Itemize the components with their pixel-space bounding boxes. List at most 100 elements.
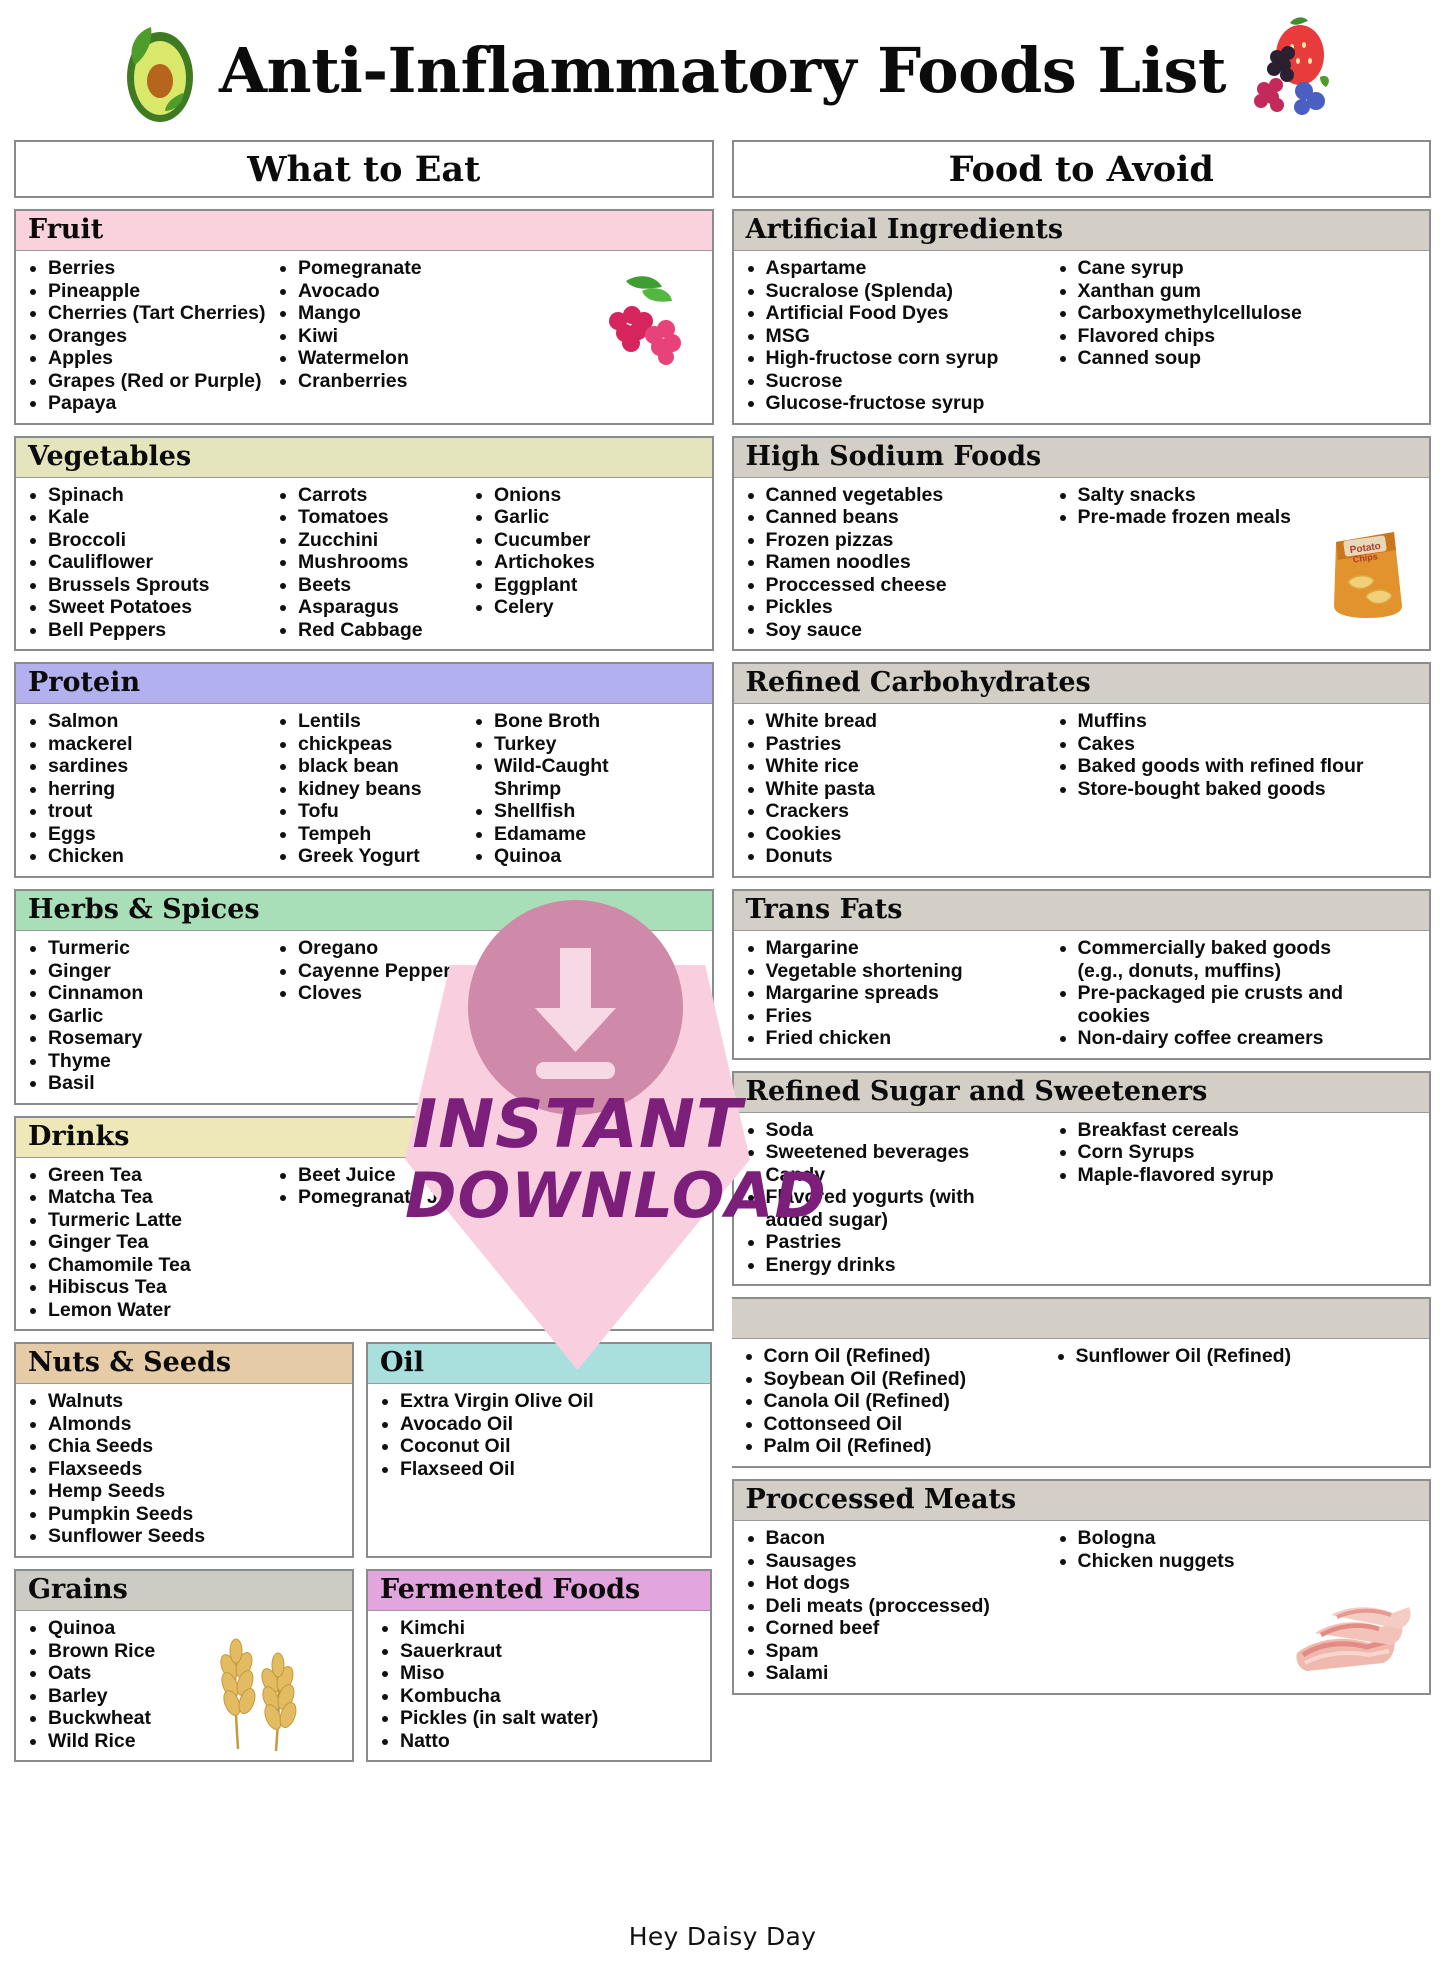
list-item: Apples: [30, 347, 266, 370]
list-item: Donuts: [747, 845, 1024, 868]
list-herbs-col1: Turmeric Ginger Cinnamon Garlic Rosemary…: [20, 937, 270, 1095]
list-item: Lentils: [280, 710, 462, 733]
list-item: Crackers: [747, 800, 1024, 823]
list-carbs-col1: White bread Pastries White rice White pa…: [738, 710, 1028, 868]
section-oil: Oil Extra Virgin Olive Oil Avocado Oil C…: [366, 1342, 712, 1558]
list-item: sardines: [30, 755, 266, 778]
list-item: Baked goods with refined flour: [1059, 755, 1376, 778]
section-title-drinks: Drinks: [16, 1117, 712, 1158]
list-item: Sweetened beverages: [747, 1141, 1024, 1164]
list-item: Quinoa: [476, 845, 662, 868]
list-item: Natto: [381, 1730, 598, 1753]
list-drinks-col1: Green Tea Matcha Tea Turmeric Latte Ging…: [20, 1164, 270, 1322]
list-item: chickpeas: [280, 733, 462, 756]
list-item: Maple-flavored syrup: [1059, 1164, 1346, 1187]
list-item: Kimchi: [381, 1617, 598, 1640]
list-item: Asparagus: [280, 596, 462, 619]
list-item: Rosemary: [30, 1027, 266, 1050]
list-item: Kombucha: [381, 1685, 598, 1708]
section-title-high-sodium-foods: High Sodium Foods: [733, 437, 1429, 478]
list-item: Canned soup: [1059, 347, 1346, 370]
section-title-trans-fats: Trans Fats: [733, 890, 1429, 932]
list-item: Red Cabbage: [280, 619, 462, 642]
section-grains: Grains Quinoa Brown Rice Oats Barley Buc…: [14, 1568, 354, 1763]
list-item: Energy drinks: [747, 1254, 1024, 1277]
list-item: Turmeric Latte: [30, 1209, 266, 1232]
list-protein-col3: Bone Broth Turkey Wild-Caught Shrimp She…: [466, 710, 666, 868]
list-item: Kiwi: [280, 325, 462, 348]
section-title-processed-meats: Proccessed Meats: [733, 1480, 1429, 1522]
list-item: Canned vegetables: [747, 484, 1024, 507]
list-oil-col2: Corn Oil (Refined) Soybean Oil (Refined)…: [736, 1345, 1026, 1458]
list-item: Wild-Caught Shrimp: [476, 755, 662, 800]
list-item: Frozen pizzas: [747, 529, 1024, 552]
list-item: Sucrose: [747, 370, 1024, 393]
svg-text:Potato: Potato: [1349, 541, 1381, 556]
section-fruit: Fruit Berries Pineapple Cherries (Tart C…: [14, 209, 714, 425]
list-vegetables-col3: Onions Garlic Cucumber Artichokes Eggpla…: [466, 484, 666, 642]
list-vegetables-col1: Spinach Kale Broccoli Cauliflower Brusse…: [20, 484, 270, 642]
list-item: Sunflower Seeds: [29, 1525, 206, 1548]
list-item: Matcha Tea: [30, 1186, 266, 1209]
section-oil-continued: Corn Oil (Refined) Soybean Oil (Refined)…: [731, 1297, 1431, 1468]
list-item: Vegetable shortening: [747, 960, 1024, 983]
list-item: Mango: [280, 302, 462, 325]
list-herbs-col2: Oregano Cayenne Pepper Cloves: [270, 937, 466, 1095]
list-item: Turmeric: [30, 937, 266, 960]
list-item: Cherries (Tart Cherries): [30, 302, 266, 325]
list-item: Hemp Seeds: [29, 1480, 205, 1503]
list-oil-col3: Sunflower Oil (Refined): [1048, 1345, 1348, 1458]
list-item: Corn Oil (Refined): [745, 1345, 1022, 1368]
list-item: Ginger Tea: [30, 1231, 266, 1254]
list-item: Grapes (Red or Purple): [30, 370, 266, 393]
list-item: Celery: [476, 596, 662, 619]
bacon-icon: [1296, 1606, 1411, 1671]
list-item: Corned beef: [747, 1617, 1024, 1640]
list-item: Spinach: [30, 484, 266, 507]
page-title: Anti-Inflammatory Foods List: [218, 33, 1227, 107]
list-item: Turkey: [476, 733, 662, 756]
list-item: Ginger: [30, 960, 266, 983]
list-item: Cookies: [747, 823, 1024, 846]
list-item: Sunflower Oil (Refined): [1057, 1345, 1344, 1368]
list-item: Pre-packaged pie crusts and cookies: [1059, 982, 1356, 1027]
list-item: Bologna: [1059, 1527, 1296, 1550]
list-item: Mushrooms: [280, 551, 462, 574]
list-item: Buckwheat: [29, 1707, 155, 1730]
list-item: Greek Yogurt: [280, 845, 462, 868]
list-item: Pineapple: [30, 280, 266, 303]
list-transfats-col1: Margarine Vegetable shortening Margarine…: [738, 937, 1028, 1050]
list-fruit-col2: Pomegranate Avocado Mango Kiwi Watermelo…: [270, 257, 466, 415]
list-protein-col2: Lentils chickpeas black bean kidney bean…: [270, 710, 466, 868]
list-item: Onions: [476, 484, 662, 507]
section-processed-meats: Proccessed Meats Bacon Sausages Hot dogs…: [731, 1478, 1431, 1695]
list-sodium-col1: Canned vegetables Canned beans Frozen pi…: [738, 484, 1028, 642]
list-item: Avocado: [280, 280, 462, 303]
svg-text:Chips: Chips: [1352, 551, 1378, 564]
list-item: Pickles (in salt water): [381, 1707, 599, 1730]
list-sodium-col2: Salty snacks Pre-made frozen meals: [1050, 484, 1300, 642]
list-oil-col1: Extra Virgin Olive Oil Avocado Oil Cocon…: [372, 1390, 702, 1480]
list-item: Berries: [30, 257, 266, 280]
list-fermented-foods: Kimchi Sauerkraut Miso Kombucha Pickles …: [372, 1617, 602, 1752]
column-heading-label: What to Eat: [247, 148, 481, 190]
list-item: Artificial Food Dyes: [747, 302, 1024, 325]
row-grains-fermented: Grains Quinoa Brown Rice Oats Barley Buc…: [14, 1568, 714, 1763]
list-sugar-col1: Soda Sweetened beverages Candy Flavored …: [738, 1119, 1028, 1277]
list-item: Brussels Sprouts: [30, 574, 266, 597]
list-item: Cauliflower: [30, 551, 266, 574]
chips-icon: Potato Chips: [1334, 531, 1402, 618]
list-item: Commercially baked goods (e.g., donuts, …: [1059, 937, 1356, 982]
list-item: Cayenne Pepper: [280, 960, 462, 983]
list-item: Oranges: [30, 325, 266, 348]
list-item: Sausages: [747, 1550, 1024, 1573]
list-item: Soy sauce: [747, 619, 1024, 642]
section-drinks: Drinks Green Tea Matcha Tea Turmeric Lat…: [14, 1115, 714, 1332]
list-item: MSG: [747, 325, 1024, 348]
list-item: Carrots: [280, 484, 462, 507]
list-item: Beet Juice: [280, 1164, 462, 1187]
list-item: herring: [30, 778, 266, 801]
list-grains: Quinoa Brown Rice Oats Barley Buckwheat …: [20, 1617, 159, 1752]
section-fermented-foods: Fermented Foods Kimchi Sauerkraut Miso K…: [366, 1568, 712, 1763]
list-item: Proccessed cheese: [747, 574, 1024, 597]
